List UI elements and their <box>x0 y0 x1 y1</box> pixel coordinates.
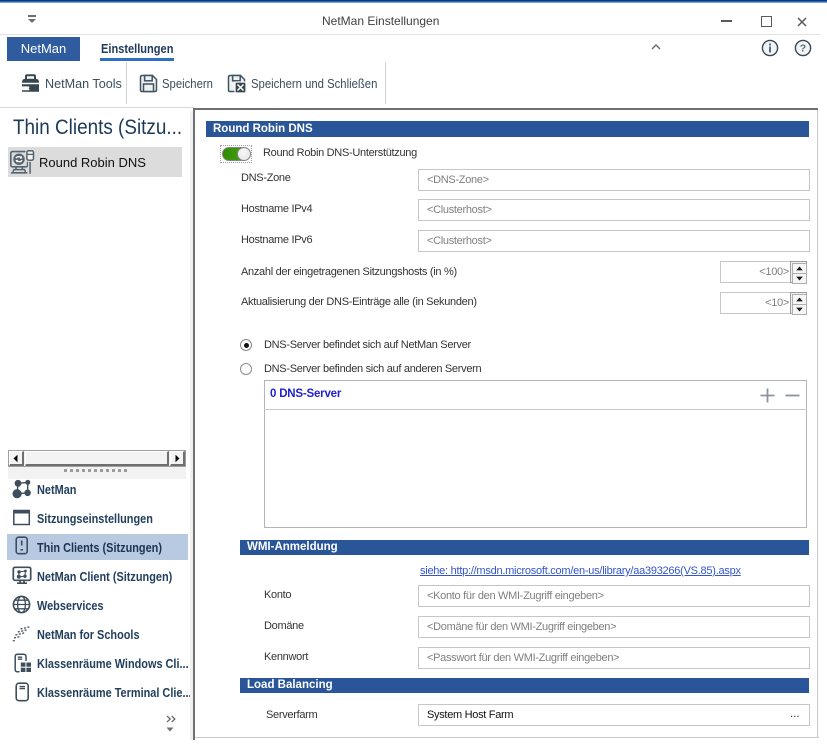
svg-text:?: ? <box>800 43 806 55</box>
